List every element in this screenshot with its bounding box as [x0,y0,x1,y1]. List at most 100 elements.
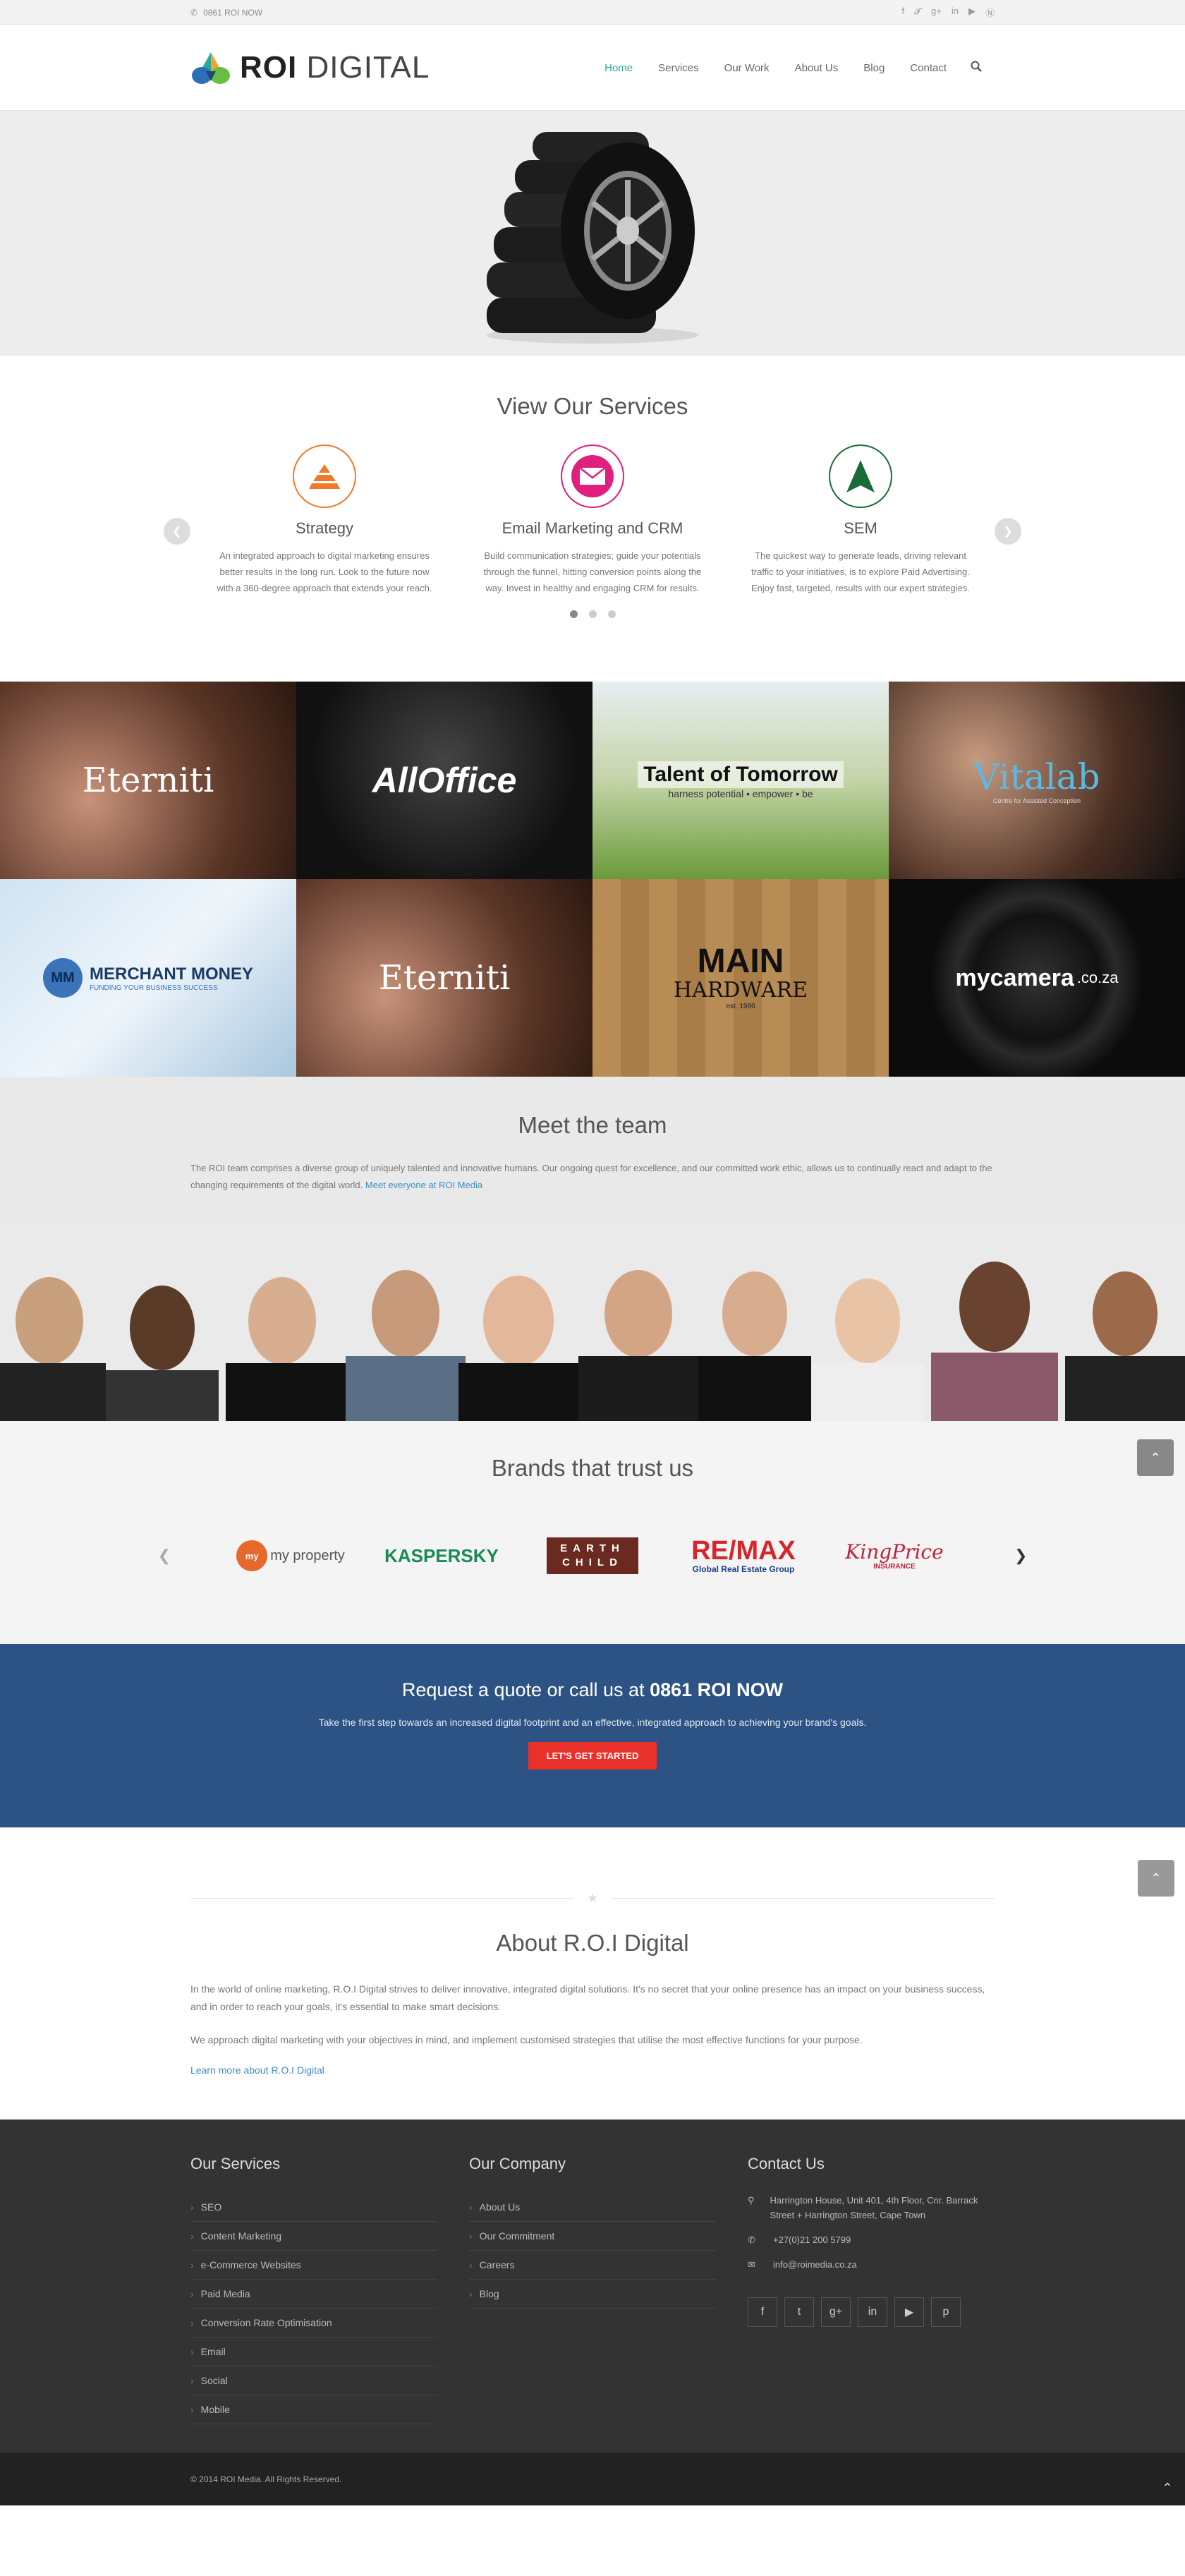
team-photo [0,1222,1185,1421]
phone-icon: ✆ [748,2235,755,2245]
brand-logo-remax: RE/MAX Global Real Estate Group [691,1536,796,1574]
pagination-dot[interactable] [588,610,597,618]
portfolio-tile-eterniti[interactable]: Eterniti [0,682,296,879]
youtube-icon[interactable]: ▶ [968,6,976,19]
copyright-text: © 2014 ROI Media. All Rights Reserved. [190,2474,342,2484]
twitter-icon[interactable]: 𝓣 [914,6,921,19]
team-section: Meet the team The ROI team comprises a d… [0,1077,1185,1421]
chevron-right-icon: › [190,2259,194,2270]
portfolio-tile-label: MAIN [697,943,784,980]
footer-link-blog[interactable]: › Blog [469,2280,716,2309]
nav-about-us[interactable]: About Us [782,62,851,74]
service-card-sem: SEM The quickest way to generate leads, … [727,445,995,596]
linkedin-icon[interactable]: in [952,6,959,19]
footer-link-social[interactable]: › Social [190,2366,437,2395]
portfolio-tile-tagline: Centre for Assisted Conception [992,797,1081,804]
main-nav: Home Services Our Work About Us Blog Con… [592,61,995,75]
nav-contact[interactable]: Contact [897,62,959,74]
logo-wordmark: ROI DIGITAL [240,50,430,85]
service-text: Build communication strategies; guide yo… [483,550,702,593]
about-paragraph-2: We approach digital marketing with your … [190,2034,863,2045]
section-divider: ★ [190,1891,995,1906]
brands-prev-button[interactable]: ❮ [130,1547,199,1565]
brands-carousel: ❮ my my property KASPERSKY EARTH CHILD R… [0,1531,1185,1580]
portfolio-tile-mycamera[interactable]: mycamera .co.za [889,879,1185,1077]
services-pagination [190,610,995,618]
footer-link-careers[interactable]: › Careers [469,2251,716,2280]
hero-slider [0,111,1185,356]
about-section: ★ About R.O.I Digital In the world of on… [0,1827,1185,2120]
linkedin-icon[interactable]: in [858,2297,887,2327]
my-property-badge-icon: my [236,1540,268,1571]
chevron-right-icon: › [469,2201,473,2213]
chevron-right-icon: › [190,2288,194,2299]
services-next-button[interactable]: ❯ [995,518,1021,545]
service-text: The quickest way to generate leads, driv… [751,550,970,593]
services-carousel: ❮ Strategy An integrated approach to dig… [164,445,1021,596]
site-logo[interactable]: ROI DIGITAL [190,50,430,85]
footer-link-seo[interactable]: › SEO [190,2193,437,2222]
portfolio-tile-eterniti-2[interactable]: Eterniti [296,879,592,1077]
footer-link-commitment[interactable]: › Our Commitment [469,2222,716,2251]
service-title: Email Marketing and CRM [502,519,683,537]
team-text: The ROI team comprises a diverse group o… [190,1163,992,1190]
facebook-icon[interactable]: f [901,6,904,19]
footer-social-links: f t g+ in ▶ p [748,2297,995,2327]
about-learn-more-link[interactable]: Learn more about R.O.I Digital [190,2064,324,2076]
footer-link-email[interactable]: › Email [190,2338,437,2366]
footer-phone: ✆ +27(0)21 200 5799 [748,2232,995,2247]
chevron-right-icon: › [190,2317,194,2328]
get-started-button[interactable]: LET'S GET STARTED [528,1742,657,1770]
envelope-icon [561,445,624,508]
tyre-stack-image [487,132,698,344]
portfolio-tile-label: MERCHANT MONEY [90,964,253,984]
search-icon[interactable] [959,61,995,75]
cta-text: Take the first step towards an increased… [318,1717,867,1728]
portfolio-tile-label: Talent of Tomorrow [638,761,844,788]
nav-our-work[interactable]: Our Work [712,62,782,74]
site-footer: Our Services › SEO › Content Marketing › e-… [0,2120,1185,2453]
nav-blog[interactable]: Blog [851,62,897,74]
footer-contact-title: Contact Us [748,2155,825,2172]
scroll-to-top-button[interactable]: ⌃ [1137,1439,1174,1476]
service-text: An integrated approach to digital market… [217,550,432,593]
service-title: SEM [844,519,877,537]
chevron-right-icon: › [190,2375,194,2386]
footer-link-ecommerce[interactable]: › e-Commerce Websites [190,2251,437,2280]
arrow-up-icon [829,445,892,508]
team-link[interactable]: Meet everyone at ROI Media [365,1180,482,1190]
pinterest-icon[interactable]: Ⓝ [985,6,995,19]
brand-logo-kaspersky: KASPERSKY [384,1544,499,1566]
footer-link-paid-media[interactable]: › Paid Media [190,2280,437,2309]
scroll-to-top-button-2[interactable]: ⌃ [1138,1860,1174,1897]
services-prev-button[interactable]: ❮ [164,518,190,545]
twitter-icon[interactable]: t [784,2297,814,2327]
portfolio-tile-talent-of-tomorrow[interactable]: Talent of Tomorrow harness potential • e… [592,682,889,879]
footer-services-title: Our Services [190,2155,281,2172]
nav-services[interactable]: Services [645,62,712,74]
footer-link-content-marketing[interactable]: › Content Marketing [190,2222,437,2251]
cta-banner: Request a quote or call us at 0861 ROI N… [0,1644,1185,1827]
nav-home[interactable]: Home [592,62,645,74]
youtube-icon[interactable]: ▶ [894,2297,924,2327]
footer-link-cro[interactable]: › Conversion Rate Optimisation [190,2309,437,2338]
footer-email[interactable]: ✉ info@roimedia.co.za [748,2257,995,2272]
footer-link-about-us[interactable]: › About Us [469,2193,716,2222]
brands-title: Brands that trust us [491,1455,694,1481]
footer-link-mobile[interactable]: › Mobile [190,2395,437,2424]
portfolio-tile-vitalab[interactable]: Vitalab Centre for Assisted Conception [889,682,1185,879]
portfolio-tile-label: AllOffice [372,761,517,800]
pagination-dot[interactable] [569,610,578,618]
back-to-top-icon[interactable]: ⌃ [1150,2470,1185,2505]
portfolio-tile-alloffice[interactable]: AllOffice [296,682,592,879]
google-plus-icon[interactable]: g+ [931,6,942,19]
brands-next-button[interactable]: ❯ [986,1547,1055,1565]
pagination-dot[interactable] [607,610,616,618]
cta-title: Request a quote or call us at 0861 ROI N… [401,1679,784,1700]
google-plus-icon[interactable]: g+ [821,2297,851,2327]
facebook-icon[interactable]: f [748,2297,777,2327]
portfolio-tile-main-hardware[interactable]: MAIN HARDWARE est. 1986 [592,879,889,1077]
pinterest-icon[interactable]: p [931,2297,961,2327]
portfolio-tile-merchant-money[interactable]: MM MERCHANT MONEY FUNDING YOUR BUSINESS … [0,879,296,1077]
team-title: Meet the team [518,1112,667,1138]
